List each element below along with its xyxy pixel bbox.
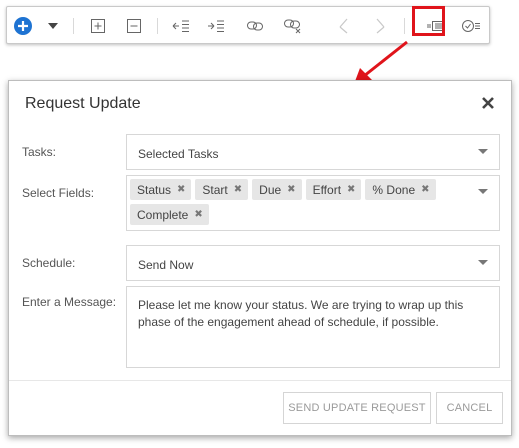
indent-icon[interactable]: [205, 15, 227, 37]
remove-tag-icon[interactable]: ✖: [287, 184, 295, 195]
tag-label: Start: [202, 182, 228, 197]
tag-label: Complete: [137, 207, 189, 222]
unlink-icon[interactable]: [282, 15, 304, 37]
outdent-icon[interactable]: [170, 15, 192, 37]
request-update-dialog: Request Update Tasks: Selected Tasks Sel…: [8, 80, 512, 436]
tasks-label: Tasks:: [22, 145, 57, 159]
schedule-label: Schedule:: [22, 256, 76, 270]
dropdown-arrow-icon[interactable]: [42, 15, 64, 37]
tag-label: Due: [259, 182, 282, 197]
toolbar-divider: [404, 18, 405, 34]
undo-icon[interactable]: [333, 15, 355, 37]
remove-tag-icon[interactable]: ✖: [177, 184, 185, 195]
link-icon[interactable]: [244, 15, 266, 37]
remove-tag-icon[interactable]: ✖: [234, 184, 242, 195]
dialog-title: Request Update: [25, 95, 141, 112]
toolbar-divider: [157, 18, 158, 34]
toolbar-divider: [73, 18, 74, 34]
redo-icon[interactable]: [369, 15, 391, 37]
tag-status: Status ✖: [130, 179, 192, 200]
highlight-box: [412, 6, 445, 36]
chevron-down-icon: [478, 149, 488, 154]
message-label: Enter a Message:: [22, 295, 117, 309]
select-fields-multiselect[interactable]: Status ✖ Start ✖ Due ✖ Effort ✖ % Done ✖ Comp…: [126, 175, 500, 231]
close-icon[interactable]: [481, 96, 495, 110]
tag-effort: Effort ✖: [305, 179, 362, 200]
remove-tag-icon[interactable]: ✖: [194, 209, 202, 220]
cancel-button[interactable]: CANCEL: [436, 392, 503, 424]
tasks-select[interactable]: Selected Tasks: [126, 134, 500, 170]
field-tags: Status ✖ Start ✖ Due ✖ Effort ✖ % Done ✖ Comp…: [130, 179, 470, 229]
collapse-icon[interactable]: [123, 15, 145, 37]
tag-due: Due ✖: [252, 179, 302, 200]
status-icon[interactable]: [460, 15, 482, 37]
message-text: Please let me know your status. We are t…: [138, 298, 464, 329]
schedule-select[interactable]: Send Now: [126, 245, 500, 281]
tag-start: Start ✖: [195, 179, 249, 200]
tag-complete: Complete ✖: [130, 204, 209, 225]
chevron-down-icon: [478, 189, 488, 194]
remove-tag-icon[interactable]: ✖: [347, 184, 355, 195]
tag-label: % Done: [372, 182, 416, 197]
tasks-value: Selected Tasks: [138, 147, 219, 161]
remove-tag-icon[interactable]: ✖: [421, 184, 429, 195]
select-fields-label: Select Fields:: [22, 186, 95, 200]
schedule-value: Send Now: [138, 258, 194, 272]
chevron-down-icon: [478, 260, 488, 265]
tag-percent-done: % Done ✖: [365, 179, 436, 200]
message-textarea[interactable]: Please let me know your status. We are t…: [126, 286, 500, 368]
tag-label: Effort: [312, 182, 342, 197]
send-update-request-button[interactable]: SEND UPDATE REQUEST: [283, 392, 431, 424]
expand-icon[interactable]: [87, 15, 109, 37]
add-icon[interactable]: [12, 15, 34, 37]
tag-label: Status: [137, 182, 172, 197]
footer-divider: [9, 380, 511, 381]
